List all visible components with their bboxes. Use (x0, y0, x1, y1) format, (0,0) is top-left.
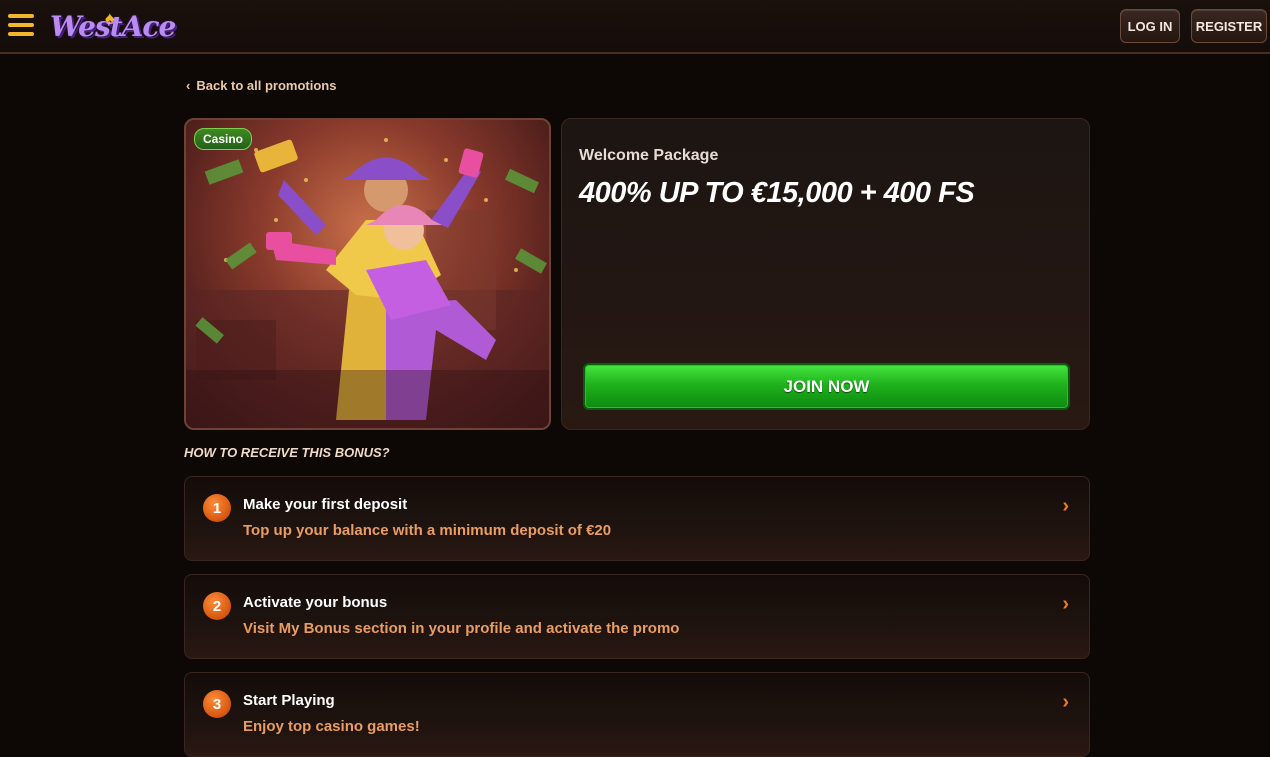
step-title: Make your first deposit (243, 496, 408, 513)
step-item-3[interactable]: 3 Start Playing Enjoy top casino games! … (184, 672, 1090, 757)
step-title: Start Playing (243, 692, 335, 709)
chevron-right-icon: › (1062, 593, 1069, 615)
howto-heading: HOW TO RECEIVE THIS BONUS? (184, 445, 390, 460)
step-description: Enjoy top casino games! (243, 718, 420, 735)
category-badge: Casino (194, 128, 253, 150)
chevron-right-icon: › (1062, 495, 1069, 517)
offer-panel: Welcome Package 400% UP TO €15,000 + 400… (561, 118, 1090, 430)
step-number: 3 (203, 690, 231, 718)
step-title: Activate your bonus (243, 594, 388, 611)
login-button[interactable]: LOG IN (1120, 9, 1180, 43)
back-link-label: Back to all promotions (196, 78, 337, 93)
top-bar: WestAce ♠ LOG IN REGISTER (0, 0, 1270, 54)
register-button[interactable]: REGISTER (1191, 9, 1267, 43)
step-item-1[interactable]: 1 Make your first deposit Top up your ba… (184, 476, 1090, 561)
logo[interactable]: WestAce ♠ (50, 6, 176, 48)
step-number: 2 (203, 592, 231, 620)
offer-title: 400% UP TO €15,000 + 400 FS (579, 177, 975, 209)
chevron-right-icon: › (1062, 691, 1069, 713)
promo-image: Casino (184, 118, 551, 430)
back-to-promotions-link[interactable]: ‹ Back to all promotions (186, 78, 336, 93)
hamburger-menu-icon[interactable] (8, 14, 34, 38)
step-item-2[interactable]: 2 Activate your bonus Visit My Bonus sec… (184, 574, 1090, 659)
offer-label: Welcome Package (579, 147, 719, 164)
step-description: Top up your balance with a minimum depos… (243, 522, 612, 539)
chevron-left-icon: ‹ (186, 78, 191, 93)
step-description: Visit My Bonus section in your profile a… (243, 620, 680, 637)
step-number: 1 (203, 494, 231, 522)
join-now-button[interactable]: JOIN NOW (583, 363, 1070, 410)
cowboy-illustration (186, 138, 549, 428)
spade-icon: ♠ (105, 8, 115, 28)
